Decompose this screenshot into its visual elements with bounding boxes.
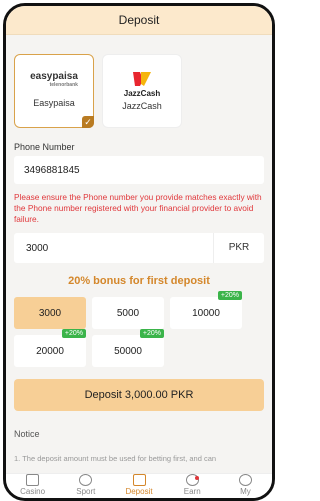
amount-field[interactable]: 3000 PKR — [14, 233, 264, 263]
amount-chips: 3000 5000 10000 +20% 20000 +20% 50000 +2… — [6, 291, 272, 367]
phone-warning: Please ensure the Phone number you provi… — [14, 192, 262, 224]
header: Deposit — [6, 6, 272, 35]
jazzcash-logo-text: JazzCash — [123, 88, 161, 98]
page-title: Deposit — [118, 13, 160, 27]
tab-sport[interactable]: Sport — [59, 474, 112, 498]
tab-my[interactable]: My — [219, 474, 272, 498]
bonus-tag: +20% — [217, 291, 242, 300]
amount-chip-20000[interactable]: 20000 +20% — [14, 329, 86, 367]
easypaisa-logo: easypaisa telenorbank — [30, 70, 78, 88]
bottom-tab-bar: Casino Sport Deposit Earn My — [6, 473, 272, 498]
method-jazzcash[interactable]: JazzCash JazzCash — [102, 54, 182, 128]
check-icon: ✓ — [82, 116, 94, 128]
currency-label: PKR — [213, 233, 264, 263]
amount-chip-10000[interactable]: 10000 +20% — [170, 291, 242, 329]
bonus-tag: +20% — [139, 329, 164, 338]
tab-deposit[interactable]: Deposit — [112, 474, 165, 498]
amount-value: 3000 — [26, 242, 49, 254]
main-content: easypaisa telenorbank Easypaisa ✓ JazzCa… — [6, 36, 272, 474]
user-icon — [238, 474, 252, 486]
jazzcash-logo — [133, 71, 151, 86]
tab-casino[interactable]: Casino — [6, 474, 59, 498]
casino-icon — [26, 474, 40, 486]
method-label: Easypaisa — [33, 97, 75, 108]
method-easypaisa[interactable]: easypaisa telenorbank Easypaisa ✓ — [14, 54, 94, 128]
phone-frame: Deposit easypaisa telenorbank Easypaisa … — [3, 3, 275, 501]
notice-title: Notice — [14, 429, 40, 439]
amount-chip-5000[interactable]: 5000 — [92, 297, 164, 329]
tab-earn[interactable]: Earn — [166, 474, 219, 498]
amount-chip-50000[interactable]: 50000 +20% — [92, 329, 164, 367]
payment-methods: easypaisa telenorbank Easypaisa ✓ JazzCa… — [6, 36, 272, 128]
phone-value: 3496881845 — [24, 164, 80, 176]
deposit-button[interactable]: Deposit 3,000.00 PKR — [14, 379, 264, 411]
phone-label: Phone Number — [14, 142, 75, 152]
phone-input[interactable]: 3496881845 — [14, 156, 264, 184]
bonus-tag: +20% — [61, 329, 86, 338]
amount-chip-3000[interactable]: 3000 — [14, 297, 86, 329]
method-label: JazzCash — [122, 100, 162, 111]
notice-text: 1. The deposit amount must be used for b… — [14, 454, 217, 463]
wallet-icon — [132, 474, 146, 486]
notification-dot — [194, 476, 199, 480]
sport-icon — [79, 474, 93, 486]
